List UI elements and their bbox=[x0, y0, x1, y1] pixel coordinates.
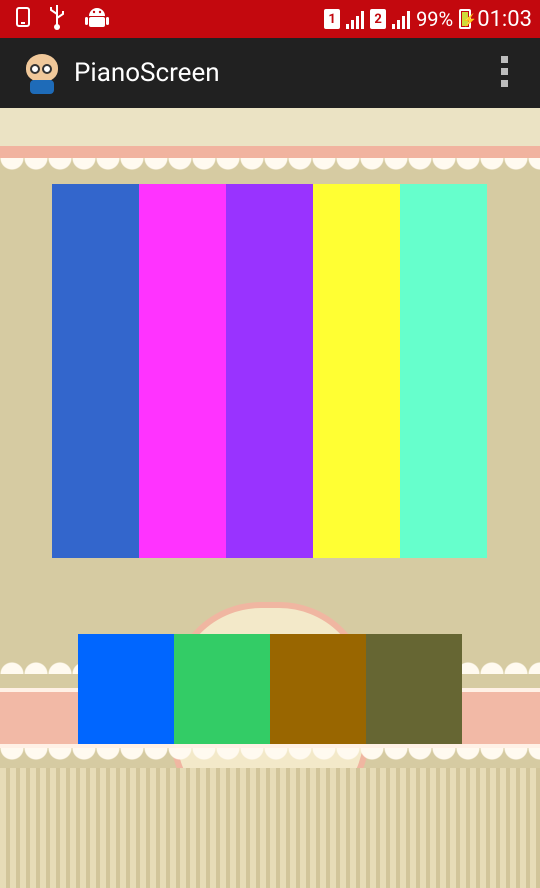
key-olive[interactable] bbox=[366, 634, 462, 744]
top-ribbon bbox=[0, 146, 540, 158]
signal1-icon bbox=[346, 9, 365, 29]
key-green[interactable] bbox=[174, 634, 270, 744]
status-bar: 1 2 99% ⚡ 01:03 bbox=[0, 0, 540, 38]
key-aqua[interactable] bbox=[400, 184, 487, 558]
app-title: PianoScreen bbox=[74, 58, 220, 88]
phone-icon bbox=[16, 7, 30, 31]
key-magenta[interactable] bbox=[139, 184, 226, 558]
battery-icon: ⚡ bbox=[459, 9, 477, 29]
overflow-menu-icon[interactable] bbox=[501, 56, 508, 87]
usb-icon bbox=[48, 4, 66, 34]
key-bright-blue[interactable] bbox=[78, 634, 174, 744]
piano-bottom-row bbox=[78, 634, 462, 744]
striped-footer bbox=[0, 768, 540, 888]
clock: 01:03 bbox=[477, 6, 532, 32]
key-purple[interactable] bbox=[226, 184, 313, 558]
android-icon bbox=[84, 4, 110, 34]
action-bar: PianoScreen bbox=[0, 38, 540, 108]
top-band bbox=[0, 108, 540, 146]
key-blue[interactable] bbox=[52, 184, 139, 558]
app-logo-icon[interactable] bbox=[22, 52, 62, 94]
battery-percent: 99% bbox=[416, 7, 454, 31]
sim2-icon: 2 bbox=[370, 9, 387, 29]
top-lace bbox=[0, 158, 540, 180]
key-brown[interactable] bbox=[270, 634, 366, 744]
key-yellow[interactable] bbox=[313, 184, 400, 558]
signal2-icon bbox=[392, 9, 411, 29]
sim1-icon: 1 bbox=[324, 9, 341, 29]
piano-top-row bbox=[52, 184, 487, 558]
